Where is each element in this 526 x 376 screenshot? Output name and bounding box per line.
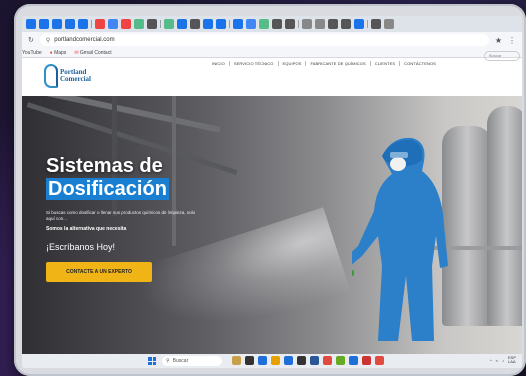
taskbar: ⚲ Buscar ^ ≈ ♪ ESP LAA (22, 354, 522, 368)
taskbar-app-icon[interactable] (336, 356, 345, 365)
browser-tab-strip (22, 16, 522, 32)
tab-divider (367, 20, 368, 28)
nav-item-fabricante-quimicos[interactable]: FABRICANTE DE QUÍMICOS (306, 60, 371, 66)
browser-tab-icon[interactable] (354, 19, 364, 29)
taskbar-app-icon[interactable] (271, 356, 280, 365)
system-tray: ^ ≈ ♪ ESP LAA (490, 356, 516, 364)
browser-tab-icon[interactable] (147, 19, 157, 29)
logo-line-2: Comercial (60, 75, 91, 83)
browser-tab-icon[interactable] (121, 19, 131, 29)
nav-item-contactenos[interactable]: CONTÁCTENOS (400, 61, 440, 66)
taskbar-app-icon[interactable] (245, 356, 254, 365)
clock-date: LAA (507, 359, 516, 364)
browser-tab-icon[interactable] (190, 19, 200, 29)
browser-tab-icon[interactable] (233, 19, 243, 29)
taskbar-search[interactable]: ⚲ Buscar (162, 356, 222, 366)
tab-divider (91, 20, 92, 28)
logo-mark-icon (44, 64, 58, 88)
site-nav-menu: INICIO SERVICIO TÉCNICO EQUIPOS FABRICAN… (208, 58, 440, 68)
bookmarks-bar: YouTube ● Maps ✉ Gmail Contact (22, 48, 522, 58)
taskbar-apps (232, 356, 384, 365)
refresh-icon[interactable]: ↻ (28, 36, 34, 44)
browser-tab-icon[interactable] (328, 19, 338, 29)
taskbar-app-icon[interactable] (284, 356, 293, 365)
browser-tab-icon[interactable] (302, 19, 312, 29)
taskbar-app-icon[interactable] (258, 356, 267, 365)
browser-tab-icon[interactable] (246, 19, 256, 29)
chevron-up-icon[interactable]: ^ (490, 358, 492, 363)
bookmark-maps[interactable]: ● Maps (50, 50, 67, 56)
taskbar-app-icon[interactable] (362, 356, 371, 365)
url-text: portlandcomercial.com (54, 37, 115, 43)
tab-divider (160, 20, 161, 28)
contact-expert-button[interactable]: CONTACTE A UN EXPERTO (46, 262, 152, 282)
search-icon: ⚲ (166, 358, 170, 364)
browser-tab-icon[interactable] (52, 19, 62, 29)
water-spray (132, 207, 352, 354)
browser-tab-icon[interactable] (26, 19, 36, 29)
taskbar-app-icon[interactable] (349, 356, 358, 365)
hero-highlight: Somos la alternativa que necesita (46, 226, 127, 232)
taskbar-app-icon[interactable] (297, 356, 306, 365)
browser-tab-icon[interactable] (78, 19, 88, 29)
volume-icon[interactable]: ♪ (502, 358, 504, 363)
hero-subtitle: Si buscas como dosificar o llenar sus pr… (46, 210, 196, 221)
browser-tab-icon[interactable] (272, 19, 282, 29)
menu-dots-icon[interactable]: ⋮ (508, 36, 516, 45)
browser-tab-icon[interactable] (203, 19, 213, 29)
site-search-input[interactable]: Buscar (484, 51, 520, 61)
bookmark-gmail[interactable]: ✉ Gmail Contact (74, 50, 111, 56)
browser-tab-icon[interactable] (95, 19, 105, 29)
nav-item-clientes[interactable]: CLIENTES (371, 60, 401, 66)
site-info-icon[interactable]: ⚲ (46, 37, 50, 44)
taskbar-app-icon[interactable] (375, 356, 384, 365)
nav-item-equipos[interactable]: EQUIPOS (279, 60, 307, 66)
tab-divider (229, 20, 230, 28)
browser-tab-icon[interactable] (65, 19, 75, 29)
browser-tab-icon[interactable] (39, 19, 49, 29)
browser-tab-icon[interactable] (134, 19, 144, 29)
browser-toolbar: ↻ ⚲ portlandcomercial.com ★ ⋮ (22, 32, 522, 48)
nav-item-inicio[interactable]: INICIO (208, 60, 230, 66)
taskbar-app-icon[interactable] (323, 356, 332, 365)
browser-tab-icon[interactable] (285, 19, 295, 29)
browser-tab-icon[interactable] (259, 19, 269, 29)
browser-tab-icon[interactable] (216, 19, 226, 29)
nav-item-servicio-tecnico[interactable]: SERVICIO TÉCNICO (230, 60, 279, 66)
bookmark-youtube[interactable]: YouTube (22, 50, 42, 56)
browser-tab-icon[interactable] (371, 19, 381, 29)
browser-tab-icon[interactable] (108, 19, 118, 29)
hero-title-line-1: Sistemas de (46, 155, 163, 177)
browser-tab-icon[interactable] (177, 19, 187, 29)
worker-figure (352, 137, 448, 341)
wifi-icon[interactable]: ≈ (496, 358, 498, 363)
tank-graphic (487, 106, 522, 326)
taskbar-app-icon[interactable] (310, 356, 319, 365)
address-bar[interactable]: ⚲ portlandcomercial.com (39, 34, 489, 46)
tab-divider (298, 20, 299, 28)
pipe-graphic (172, 96, 176, 246)
hero-banner: Sistemas de Dosificación Si buscas como … (22, 96, 522, 354)
bookmark-star-icon[interactable]: ★ (495, 36, 502, 45)
site-logo[interactable]: Portland Comercial (44, 64, 91, 88)
hero-title-line-2: Dosificación (46, 178, 169, 200)
clock[interactable]: ESP LAA (508, 356, 516, 364)
browser-tab-icon[interactable] (384, 19, 394, 29)
windows-start-icon[interactable] (148, 357, 156, 365)
taskbar-search-label: Buscar (172, 358, 189, 364)
hero-prompt: ¡Escríbanos Hoy! (46, 242, 116, 252)
browser-tab-icon[interactable] (315, 19, 325, 29)
browser-tab-icon[interactable] (164, 19, 174, 29)
hero-title: Sistemas de Dosificación (46, 156, 169, 200)
browser-tab-icon[interactable] (341, 19, 351, 29)
taskbar-app-icon[interactable] (232, 356, 241, 365)
screen: ↻ ⚲ portlandcomercial.com ★ ⋮ YouTube ● … (22, 16, 522, 368)
